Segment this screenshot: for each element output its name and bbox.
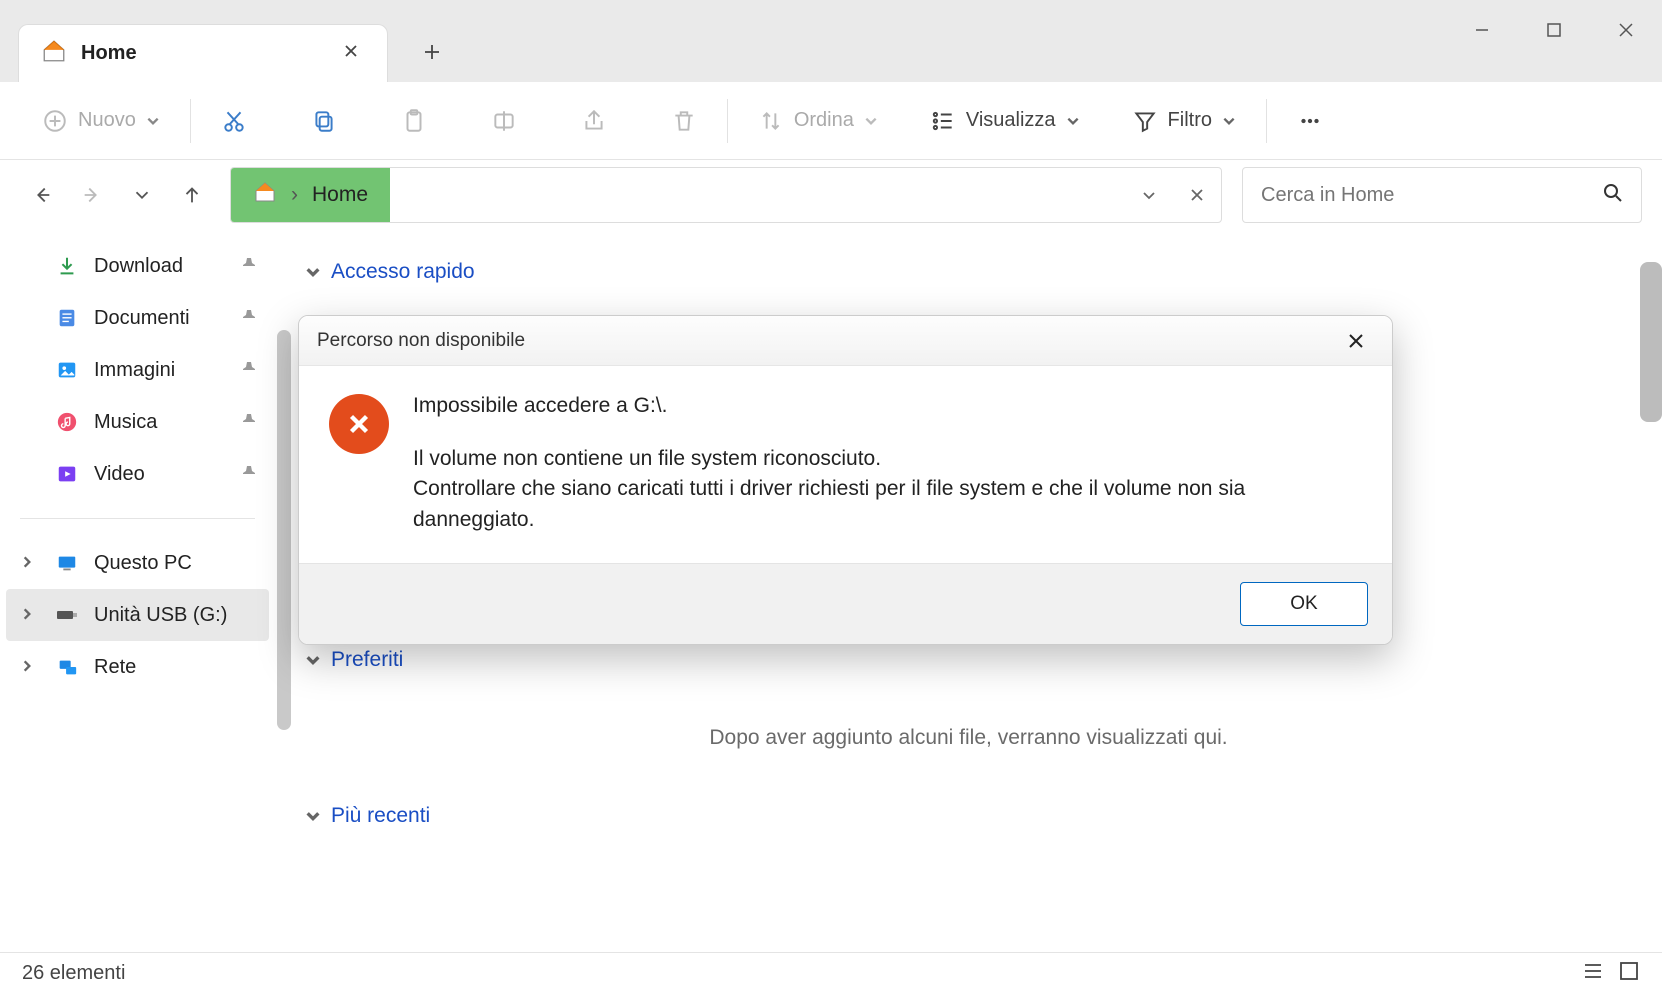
favorites-empty-message: Dopo aver aggiunto alcuni file, verranno… — [305, 684, 1632, 792]
up-button[interactable] — [170, 173, 214, 217]
status-bar: 26 elementi — [0, 952, 1662, 994]
dialog-ok-button[interactable]: OK — [1240, 582, 1368, 626]
back-button[interactable] — [20, 173, 64, 217]
paste-button — [387, 98, 441, 144]
search-input[interactable] — [1261, 184, 1603, 207]
separator — [190, 99, 191, 143]
window-controls — [1446, 0, 1662, 60]
sidebar-download[interactable]: Download — [6, 240, 269, 292]
dialog-title: Percorso non disponibile — [317, 330, 525, 352]
dialog-close-button[interactable] — [1338, 323, 1374, 359]
error-icon — [329, 394, 389, 454]
forward-button[interactable] — [70, 173, 114, 217]
breadcrumb-clear-button[interactable] — [1173, 168, 1221, 222]
home-icon — [41, 38, 67, 69]
video-icon — [54, 463, 80, 485]
tab-close-button[interactable] — [337, 37, 365, 70]
chevron-right-icon[interactable] — [20, 552, 34, 575]
separator — [1266, 99, 1267, 143]
breadcrumb-text: Home — [312, 183, 368, 207]
section-quick-access[interactable]: Accesso rapido — [305, 248, 1632, 296]
titlebar: Home — [0, 0, 1662, 82]
search-icon[interactable] — [1603, 183, 1623, 208]
search-box[interactable] — [1242, 167, 1642, 223]
dialog-heading: Impossibile accedere a G:\. — [413, 394, 1362, 418]
usb-icon — [54, 608, 80, 622]
dialog-message-line2: Controllare che siano caricati tutti i d… — [413, 474, 1362, 535]
separator — [20, 518, 255, 519]
sidebar-images[interactable]: Immagini — [6, 344, 269, 396]
sidebar-documents[interactable]: Documenti — [6, 292, 269, 344]
outer-scrollbar[interactable] — [1640, 262, 1662, 422]
section-recent[interactable]: Più recenti — [305, 792, 1632, 840]
documents-icon — [54, 307, 80, 329]
maximize-button[interactable] — [1518, 0, 1590, 60]
cut-button[interactable] — [207, 98, 261, 144]
inner-scrollbar[interactable] — [275, 230, 293, 952]
sort-button[interactable]: Ordina — [744, 98, 892, 144]
network-icon — [54, 656, 80, 678]
copy-button[interactable] — [297, 98, 351, 144]
more-button[interactable] — [1283, 98, 1337, 144]
dialog-titlebar: Percorso non disponibile — [299, 316, 1392, 366]
pin-icon — [241, 411, 257, 434]
view-button[interactable]: Visualizza — [916, 98, 1094, 144]
toolbar: Nuovo Ordina Visualizza Filtro — [0, 82, 1662, 160]
close-button[interactable] — [1590, 0, 1662, 60]
details-view-button[interactable] — [1582, 960, 1604, 988]
minimize-button[interactable] — [1446, 0, 1518, 60]
home-icon — [253, 180, 277, 210]
tab-home[interactable]: Home — [18, 24, 388, 82]
download-icon — [54, 255, 80, 277]
breadcrumb[interactable]: › Home — [230, 167, 1222, 223]
tab-title: Home — [81, 42, 323, 65]
breadcrumb-dropdown-button[interactable] — [1125, 168, 1173, 222]
filter-button[interactable]: Filtro — [1118, 98, 1250, 144]
dialog-message-line1: Il volume non contiene un file system ri… — [413, 444, 1362, 474]
recent-dropdown-button[interactable] — [120, 173, 164, 217]
delete-button — [657, 98, 711, 144]
rename-button — [477, 98, 531, 144]
breadcrumb-home[interactable]: › Home — [231, 168, 390, 222]
thumbnails-view-button[interactable] — [1618, 960, 1640, 988]
sidebar-network[interactable]: Rete — [6, 641, 269, 693]
pin-icon — [241, 359, 257, 382]
sidebar-thispc[interactable]: Questo PC — [6, 537, 269, 589]
chevron-right-icon[interactable] — [20, 656, 34, 679]
separator — [727, 99, 728, 143]
share-button — [567, 98, 621, 144]
pin-icon — [241, 307, 257, 330]
sidebar-usb[interactable]: Unità USB (G:) — [6, 589, 269, 641]
images-icon — [54, 359, 80, 381]
music-icon — [54, 411, 80, 433]
sidebar: Download Documenti Immagini Musica Video — [0, 230, 275, 952]
sidebar-music[interactable]: Musica — [6, 396, 269, 448]
pc-icon — [54, 552, 80, 574]
new-tab-button[interactable] — [408, 28, 456, 76]
pin-icon — [241, 463, 257, 486]
sidebar-video[interactable]: Video — [6, 448, 269, 500]
pin-icon — [241, 255, 257, 278]
error-dialog: Percorso non disponibile Impossibile acc… — [298, 315, 1393, 645]
status-item-count: 26 elementi — [22, 962, 125, 985]
nav-row: › Home — [0, 160, 1662, 230]
chevron-right-icon[interactable] — [20, 604, 34, 627]
new-button[interactable]: Nuovo — [28, 98, 174, 144]
